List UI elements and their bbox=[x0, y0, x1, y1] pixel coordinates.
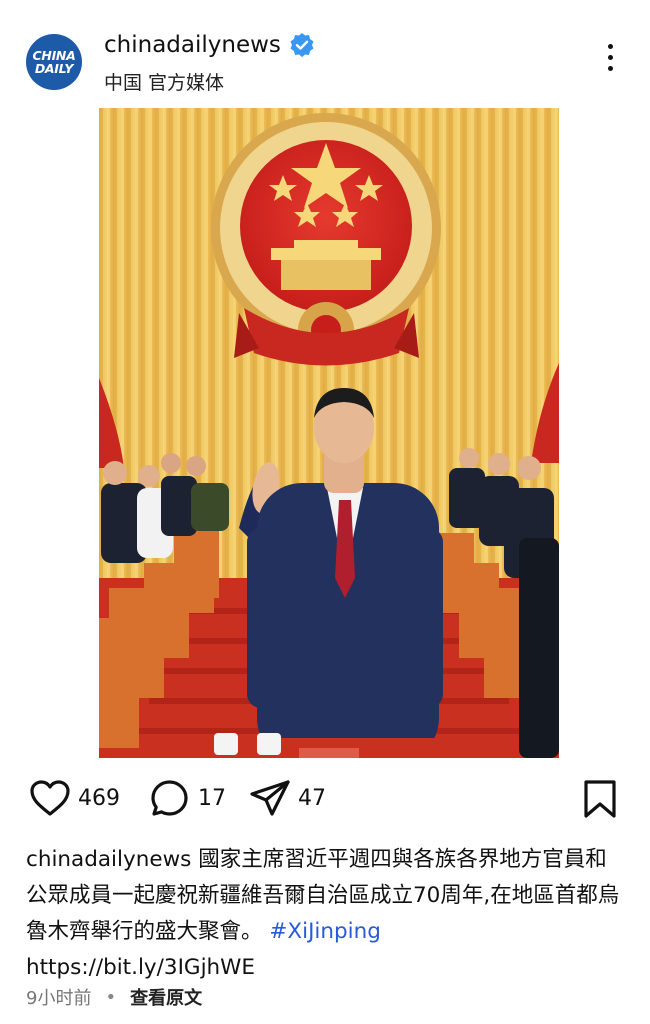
view-original-link[interactable]: 查看原文 bbox=[130, 984, 202, 1010]
hashtag-link[interactable]: #XiJinping bbox=[269, 919, 381, 944]
comment-count: 17 bbox=[198, 785, 226, 811]
comment-action[interactable]: 17 bbox=[148, 778, 226, 818]
verified-badge-icon bbox=[290, 33, 314, 57]
post-meta: 9小时前 • 查看原文 bbox=[26, 984, 202, 1010]
bookmark-icon bbox=[584, 780, 616, 818]
post-time: 9小时前 bbox=[26, 988, 92, 1009]
national-emblem bbox=[211, 113, 441, 366]
photo-illustration bbox=[99, 108, 559, 758]
avatar-text-line2: DAILY bbox=[34, 61, 74, 76]
caption-username[interactable]: chinadailynews bbox=[26, 847, 191, 872]
avatar[interactable]: CHINA DAILY bbox=[26, 34, 82, 90]
username[interactable]: chinadailynews bbox=[104, 32, 281, 58]
like-count: 469 bbox=[78, 785, 120, 811]
more-vertical-icon[interactable] bbox=[600, 44, 620, 80]
post-photo[interactable] bbox=[99, 108, 559, 758]
send-icon bbox=[250, 780, 290, 816]
post-header: CHINA DAILY chinadailynews 中国 官方媒体 bbox=[0, 0, 650, 100]
heart-icon bbox=[30, 780, 70, 816]
share-count: 47 bbox=[298, 785, 326, 811]
username-row: chinadailynews bbox=[104, 32, 315, 58]
action-bar: 469 17 47 bbox=[0, 778, 650, 828]
caption-link[interactable]: https://bit.ly/3IGjhWE bbox=[26, 955, 255, 980]
account-subtitle: 中国 官方媒体 bbox=[104, 72, 225, 94]
meta-separator: • bbox=[105, 986, 117, 1008]
post-caption: chinadailynews 國家主席習近平週四與各族各界地方官員和公眾成員一起… bbox=[26, 842, 626, 986]
like-action[interactable]: 469 bbox=[28, 778, 120, 818]
bookmark-action[interactable] bbox=[582, 778, 618, 818]
share-action[interactable]: 47 bbox=[248, 778, 326, 818]
comment-icon bbox=[151, 780, 188, 816]
